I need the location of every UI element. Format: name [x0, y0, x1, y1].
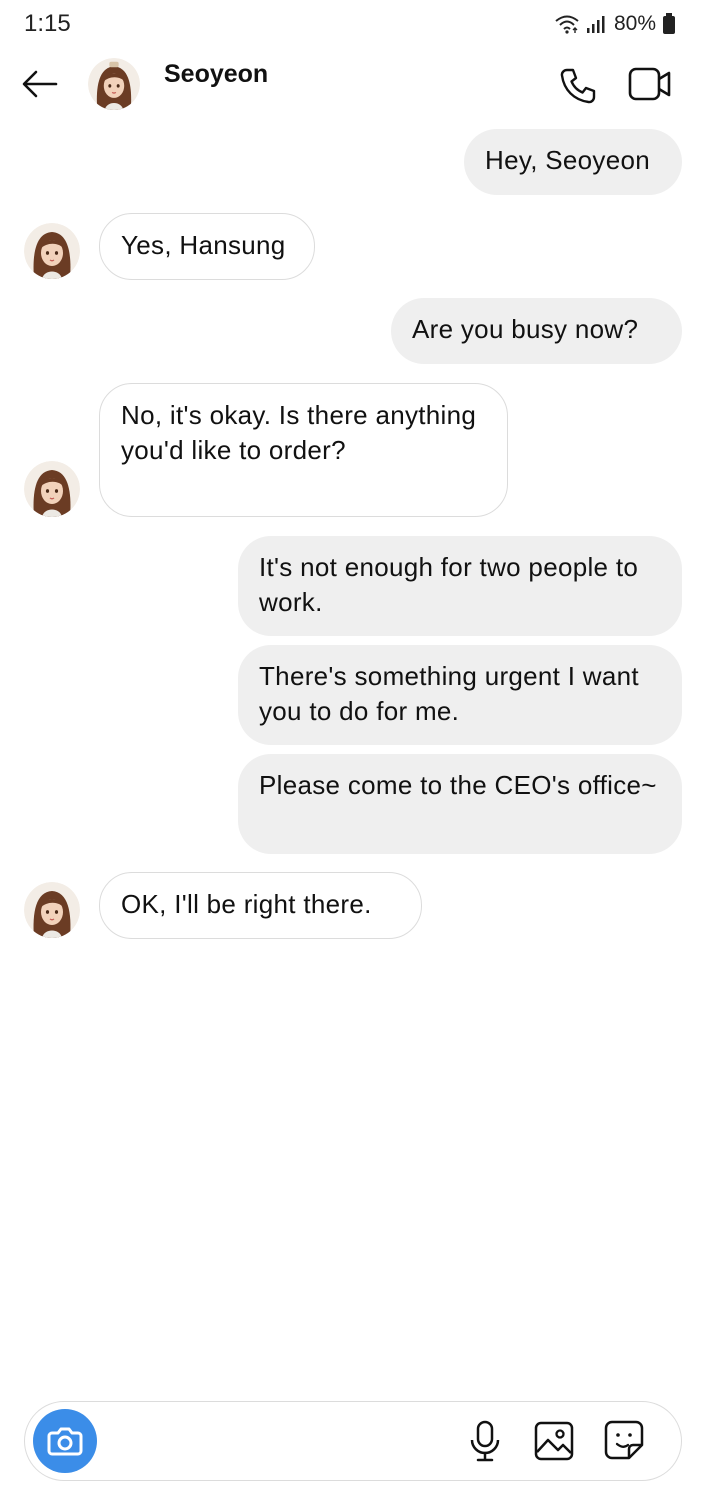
camera-icon	[47, 1427, 83, 1456]
message-bubble-outgoing[interactable]: Are you busy now?	[391, 298, 682, 364]
status-time: 1:15	[24, 10, 71, 37]
message-bubble-outgoing[interactable]: Hey, Seoyeon	[464, 129, 682, 195]
back-arrow-icon	[22, 70, 58, 98]
contact-avatar[interactable]	[88, 58, 140, 110]
microphone-icon	[470, 1420, 500, 1462]
message-text: Hey, Seoyeon	[485, 145, 650, 175]
image-icon	[534, 1421, 574, 1461]
voice-message-button[interactable]	[465, 1420, 505, 1462]
contact-avatar[interactable]	[24, 882, 80, 938]
back-button[interactable]	[20, 66, 60, 102]
message-text: No, it's okay. Is there anything you'd l…	[121, 400, 477, 465]
message-text: Yes, Hansung	[121, 230, 286, 260]
battery-icon	[662, 13, 676, 35]
message-text: It's not enough for two people to work.	[259, 552, 639, 617]
message-bubble-incoming[interactable]: No, it's okay. Is there anything you'd l…	[99, 383, 508, 517]
sticker-button[interactable]	[603, 1419, 645, 1461]
video-call-button[interactable]	[628, 66, 672, 102]
camera-button[interactable]	[33, 1409, 97, 1473]
status-bar: 1:15 80%	[0, 0, 706, 48]
message-bubble-outgoing[interactable]: Please come to the CEO's office~	[238, 754, 682, 854]
chat-header: Seoyeon	[0, 52, 706, 116]
gallery-button[interactable]	[533, 1420, 575, 1462]
message-bubble-incoming[interactable]: OK, I'll be right there.	[99, 872, 422, 939]
message-bubble-outgoing[interactable]: There's something urgent I want you to d…	[238, 645, 682, 745]
contact-name[interactable]: Seoyeon	[164, 60, 268, 89]
video-camera-icon	[628, 67, 671, 101]
phone-icon	[560, 68, 596, 104]
message-text: Are you busy now?	[412, 314, 639, 344]
message-text: There's something urgent I want you to d…	[259, 661, 639, 726]
message-text: OK, I'll be right there.	[121, 889, 372, 919]
contact-avatar[interactable]	[24, 461, 80, 517]
voice-call-button[interactable]	[558, 66, 598, 106]
wifi-icon	[554, 14, 580, 34]
message-composer[interactable]	[24, 1401, 682, 1481]
message-bubble-outgoing[interactable]: It's not enough for two people to work.	[238, 536, 682, 636]
signal-icon	[586, 14, 608, 34]
message-bubble-incoming[interactable]: Yes, Hansung	[99, 213, 315, 280]
sticker-icon	[604, 1420, 644, 1460]
battery-percent: 80%	[613, 12, 656, 35]
message-text: Please come to the CEO's office~	[259, 770, 657, 800]
contact-avatar[interactable]	[24, 223, 80, 279]
status-icons: 80%	[554, 12, 676, 36]
